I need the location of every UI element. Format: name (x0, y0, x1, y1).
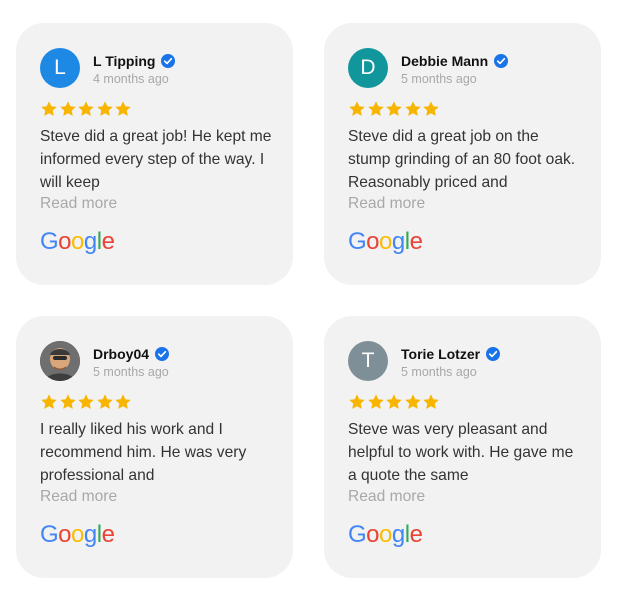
avatar (40, 341, 80, 381)
star-rating (40, 393, 133, 411)
review-text: Steve was very pleasant and helpful to w… (348, 421, 574, 485)
google-logo-letter: o (379, 521, 392, 548)
star-icon (404, 394, 421, 409)
star-rating (40, 100, 133, 118)
reviewer-row: Drboy04 (93, 344, 170, 364)
google-logo-letter: o (71, 521, 84, 548)
read-more-link[interactable]: Read more (40, 195, 117, 213)
verified-badge-icon (486, 347, 501, 361)
star-icon (41, 394, 57, 409)
google-logo-letter: e (101, 521, 115, 548)
star-icon (423, 101, 439, 116)
avatar: D (348, 48, 388, 88)
google-logo-letter: g (83, 521, 97, 548)
google-logo-letter: o (379, 228, 392, 255)
verified-badge-icon (161, 54, 176, 68)
reviewer-name: Torie Lotzer (401, 346, 481, 362)
review-date: 5 months ago (401, 72, 477, 86)
google-logo-letter: o (366, 521, 380, 548)
google-logo-letter: e (101, 228, 115, 255)
star-icon (386, 394, 402, 409)
star-icon (404, 101, 421, 116)
review-text: Steve did a great job on the stump grind… (348, 128, 576, 192)
review-card: D Debbie Mann 5 months ago Steve did a grea… (324, 23, 601, 285)
star-icon (367, 394, 384, 409)
reviewer-name: Drboy04 (93, 346, 150, 362)
star-icon (115, 101, 131, 116)
google-logo-letter: o (58, 521, 72, 548)
review-card: T Torie Lotzer 5 months ago Steve was very … (324, 316, 601, 578)
review-card: Drboy04 5 months ago I really liked his wo… (16, 316, 293, 578)
star-icon (115, 394, 131, 409)
google-logo-letter: G (348, 521, 367, 548)
star-icon (59, 394, 76, 409)
read-more-link[interactable]: Read more (348, 488, 425, 506)
avatar: T (348, 341, 388, 381)
google-logo-letter: g (83, 228, 97, 255)
review-text: I really liked his work and I recommend … (40, 421, 247, 485)
reviewer-row: Torie Lotzer (401, 344, 501, 364)
google-logo: Google (348, 228, 423, 256)
google-logo-letter: g (391, 228, 405, 255)
avatar-photo-icon (40, 341, 80, 381)
google-logo: Google (348, 521, 423, 549)
star-icon (59, 101, 76, 116)
verified-badge-icon (155, 347, 170, 361)
reviewer-name: L Tipping (93, 53, 156, 69)
star-icon (367, 101, 384, 116)
google-logo: Google (40, 228, 115, 256)
reviewer-row: L Tipping (93, 51, 176, 71)
star-icon (349, 394, 365, 409)
star-rating (348, 100, 441, 118)
star-icon (41, 101, 57, 116)
review-card: L L Tipping 4 months ago Steve did a great … (16, 23, 293, 285)
star-icon (349, 101, 365, 116)
avatar-initial: L (54, 56, 66, 79)
star-icon (96, 394, 113, 409)
google-logo-letter: g (391, 521, 405, 548)
review-date: 4 months ago (93, 72, 169, 86)
star-icon (423, 394, 439, 409)
read-more-link[interactable]: Read more (40, 488, 117, 506)
google-logo-letter: G (348, 228, 367, 255)
star-icon (386, 101, 402, 116)
google-logo: Google (40, 521, 115, 549)
google-logo-letter: o (366, 228, 380, 255)
read-more-link[interactable]: Read more (348, 195, 425, 213)
star-icon (78, 394, 94, 409)
google-logo-letter: G (40, 521, 59, 548)
google-logo-letter: o (58, 228, 72, 255)
review-date: 5 months ago (401, 365, 477, 379)
google-logo-letter: e (409, 228, 423, 255)
review-text: Steve did a great job! He kept me inform… (40, 128, 272, 192)
verified-badge-icon (494, 54, 509, 68)
star-rating (348, 393, 441, 411)
avatar: L (40, 48, 80, 88)
star-icon (96, 101, 113, 116)
google-logo-letter: o (71, 228, 84, 255)
reviewer-name: Debbie Mann (401, 53, 489, 69)
reviewer-row: Debbie Mann (401, 51, 509, 71)
star-icon (78, 101, 94, 116)
google-logo-letter: e (409, 521, 423, 548)
review-date: 5 months ago (93, 365, 169, 379)
google-logo-letter: G (40, 228, 59, 255)
avatar-initial: D (360, 56, 376, 79)
avatar-initial: T (361, 349, 375, 372)
